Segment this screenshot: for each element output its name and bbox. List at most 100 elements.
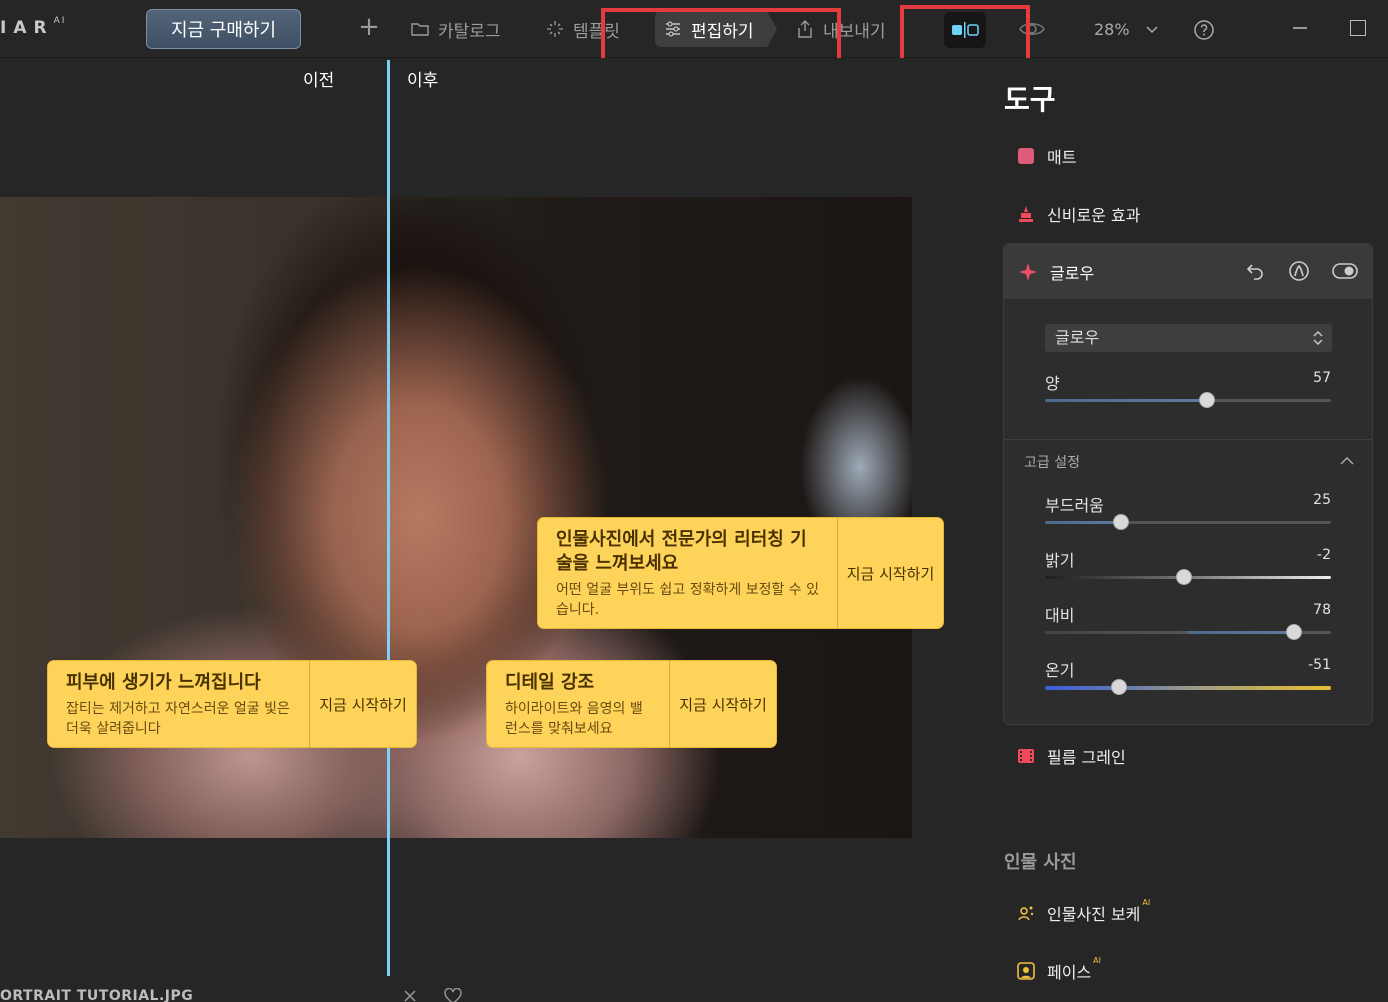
zoom-dropdown[interactable]: 28% xyxy=(1094,20,1158,39)
tool-film-grain[interactable]: 필름 그레인 xyxy=(1017,744,1126,768)
slider-label: 온기 xyxy=(1045,661,1075,680)
glow-header[interactable]: 글로우 xyxy=(1004,244,1372,299)
slider-knob[interactable] xyxy=(1176,569,1192,585)
slider-value: 78 xyxy=(1313,602,1331,618)
slider-label: 부드러움 xyxy=(1045,496,1104,515)
section-portrait: 인물 사진 xyxy=(1004,852,1077,873)
folder-icon xyxy=(411,23,429,36)
slider-label: 대비 xyxy=(1045,606,1075,625)
tab-edit[interactable]: 편집하기 xyxy=(655,11,777,47)
glow-tool-card: 글로우 글로우 양 57 고급 설정 부드러움 25 밝기 -2 대비 78 온… xyxy=(1003,243,1373,725)
tool-portrait-bokeh[interactable]: 인물사진 보케AI xyxy=(1017,898,1151,925)
tool-matte[interactable]: 매트 xyxy=(1017,144,1076,168)
callout-desc: 어떤 얼굴 부위도 쉽고 정확하게 보정할 수 있습니다. xyxy=(556,582,819,618)
amount-slider[interactable]: 양 57 xyxy=(1045,370,1331,408)
panel-title: 도구 xyxy=(1004,83,1056,116)
callout-desc: 잡티는 제거하고 자연스러운 얼굴 빛은 더욱 살려줍니다 xyxy=(66,701,290,737)
compare-split-handle[interactable] xyxy=(387,60,390,976)
slider-knob[interactable] xyxy=(1111,679,1127,695)
eye-icon[interactable] xyxy=(1018,18,1046,40)
matte-icon xyxy=(1018,148,1034,164)
before-label: 이전 xyxy=(303,71,335,91)
undo-icon[interactable] xyxy=(1244,260,1266,282)
tab-catalog-label: 카탈로그 xyxy=(438,21,501,42)
slider-value: 57 xyxy=(1313,370,1331,386)
glow-preset-value: 글로우 xyxy=(1055,328,1100,347)
brightness-slider[interactable]: 밝기 -2 xyxy=(1045,547,1331,585)
callout-title: 피부에 생기가 느껴집니다 xyxy=(66,672,261,693)
mystical-icon xyxy=(1019,206,1033,222)
image-canvas[interactable]: 이전 이후 인물사진에서 전문가의 리터칭 기술을 느껴보세요 어떤 얼굴 부위… xyxy=(0,58,985,1002)
minimize-icon[interactable] xyxy=(1290,18,1310,38)
add-icon[interactable]: + xyxy=(356,14,382,40)
app-logo: IARAI xyxy=(0,16,67,38)
warmth-slider[interactable]: 온기 -51 xyxy=(1045,657,1331,695)
divider xyxy=(1004,439,1372,440)
advanced-settings-toggle[interactable]: 고급 설정 xyxy=(1024,452,1080,472)
top-bar: IARAI 지금 구매하기 + 카탈로그 템플릿 편집하기 내보내기 28% xyxy=(0,0,1388,58)
chevron-up-icon[interactable] xyxy=(1340,456,1354,466)
slider-track[interactable] xyxy=(1045,521,1331,524)
ai-badge: AI xyxy=(1142,898,1151,907)
sparkle-wand-icon xyxy=(547,21,563,37)
start-now-button[interactable]: 지금 시작하기 xyxy=(309,661,416,747)
slider-value: 25 xyxy=(1313,492,1331,508)
toggle-visibility-icon[interactable] xyxy=(1332,260,1358,282)
compare-view-button[interactable] xyxy=(944,12,986,48)
start-now-button[interactable]: 지금 시작하기 xyxy=(669,661,776,747)
updown-chevron-icon xyxy=(1313,331,1323,345)
callout-title: 인물사진에서 전문가의 리터칭 기술을 느껴보세요 xyxy=(556,529,807,574)
tool-portrait-bokeh-label: 인물사진 보케 xyxy=(1047,905,1141,924)
contrast-slider[interactable]: 대비 78 xyxy=(1045,602,1331,640)
heart-icon[interactable] xyxy=(444,988,462,1002)
help-icon[interactable] xyxy=(1193,19,1215,41)
tab-templates[interactable]: 템플릿 xyxy=(545,14,620,44)
mask-brush-icon[interactable] xyxy=(1288,260,1310,282)
slider-knob[interactable] xyxy=(1286,624,1302,640)
callout-title: 디테일 강조 xyxy=(505,672,595,693)
filename-label: ORTRAIT TUTORIAL.JPG xyxy=(0,988,194,1002)
tab-catalog[interactable]: 카탈로그 xyxy=(410,14,501,44)
sparkle-icon xyxy=(1019,262,1037,281)
tip-callout-detail: 디테일 강조 하이라이트와 음영의 밸런스를 맞춰보세요 지금 시작하기 xyxy=(486,660,777,748)
tool-face-label: 페이스 xyxy=(1047,963,1092,982)
maximize-icon[interactable] xyxy=(1350,20,1366,36)
glow-title: 글로우 xyxy=(1050,263,1095,283)
tab-export[interactable]: 내보내기 xyxy=(795,14,886,44)
film-icon xyxy=(1018,749,1034,763)
tool-face[interactable]: 페이스AI xyxy=(1017,956,1102,983)
tab-export-label: 내보내기 xyxy=(823,21,886,42)
slider-track[interactable] xyxy=(1045,399,1331,402)
start-now-button[interactable]: 지금 시작하기 xyxy=(837,518,943,628)
share-export-icon xyxy=(798,20,812,38)
slider-value: -2 xyxy=(1317,547,1331,563)
bokeh-icon xyxy=(1018,906,1034,921)
tab-templates-label: 템플릿 xyxy=(573,21,620,42)
slider-value: -51 xyxy=(1308,657,1331,673)
slider-knob[interactable] xyxy=(1199,392,1215,408)
zoom-value: 28% xyxy=(1094,20,1130,39)
face-icon xyxy=(1017,962,1035,980)
buy-now-button[interactable]: 지금 구매하기 xyxy=(146,9,301,49)
slider-track[interactable] xyxy=(1045,686,1331,690)
tab-edit-label: 편집하기 xyxy=(691,21,754,42)
softness-slider[interactable]: 부드러움 25 xyxy=(1045,492,1331,530)
tip-callout-skin: 피부에 생기가 느껴집니다 잡티는 제거하고 자연스러운 얼굴 빛은 더욱 살려… xyxy=(47,660,417,748)
sliders-icon xyxy=(666,21,680,37)
tools-panel: 도구 매트 신비로운 효과 글로우 글로우 양 57 고급 설정 부드러움 25… xyxy=(985,58,1388,1002)
slider-label: 양 xyxy=(1045,374,1060,393)
ai-badge: AI xyxy=(1093,956,1102,965)
tool-mystical[interactable]: 신비로운 효과 xyxy=(1017,202,1140,226)
glow-header-actions xyxy=(1244,260,1358,282)
glow-preset-select[interactable]: 글로우 xyxy=(1045,324,1332,352)
slider-knob[interactable] xyxy=(1113,514,1129,530)
tool-mystical-label: 신비로운 효과 xyxy=(1047,206,1141,225)
tool-matte-label: 매트 xyxy=(1047,148,1077,167)
slider-label: 밝기 xyxy=(1045,551,1075,570)
tool-film-grain-label: 필름 그레인 xyxy=(1047,748,1126,767)
close-icon[interactable] xyxy=(402,988,418,1002)
callout-desc: 하이라이트와 음영의 밸런스를 맞춰보세요 xyxy=(505,701,643,737)
tip-callout-retouch: 인물사진에서 전문가의 리터칭 기술을 느껴보세요 어떤 얼굴 부위도 쉽고 정… xyxy=(537,517,944,629)
after-label: 이후 xyxy=(407,71,439,91)
split-compare-icon xyxy=(952,22,979,38)
